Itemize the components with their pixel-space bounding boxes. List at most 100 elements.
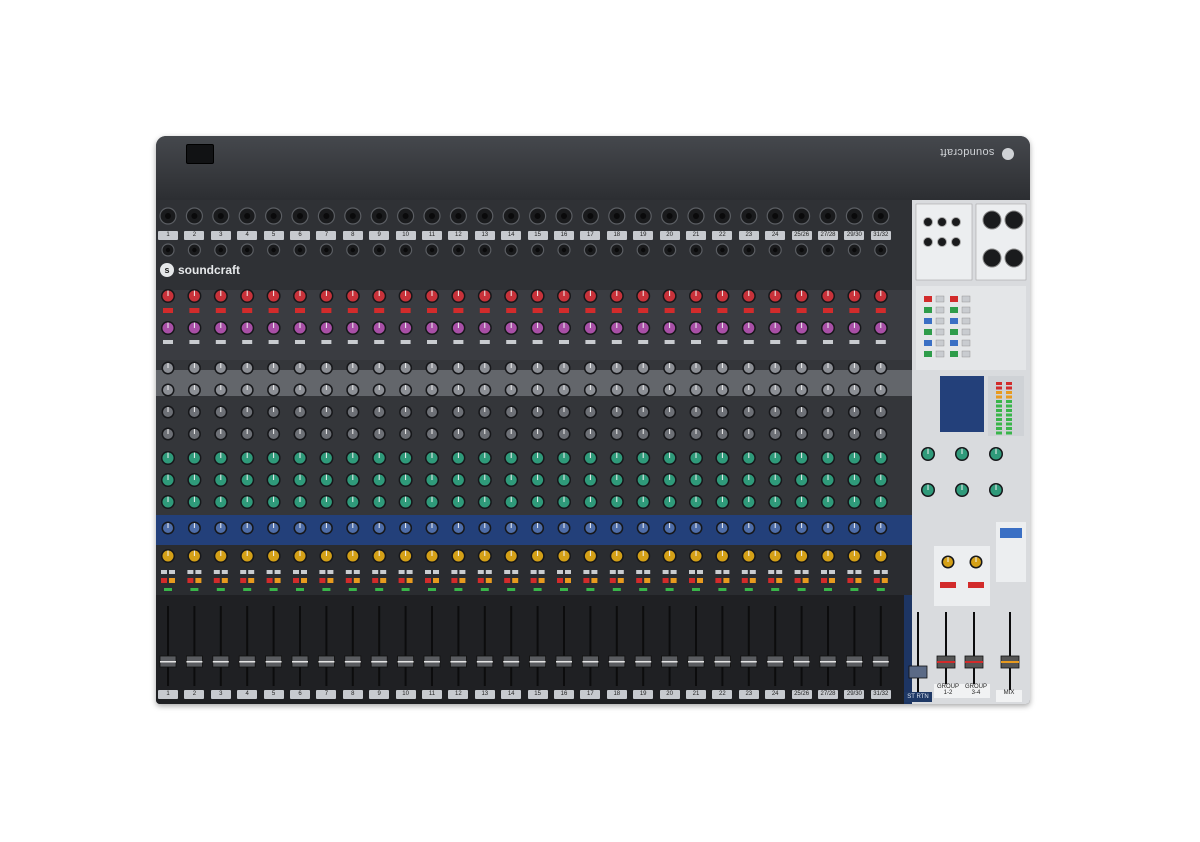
aux-send-knob[interactable]	[399, 405, 413, 419]
phantom-button[interactable]	[875, 308, 886, 313]
solo-button[interactable]	[829, 578, 835, 583]
eq-knob[interactable]	[821, 473, 835, 487]
aux-send-knob[interactable]	[663, 427, 677, 441]
aux-send-knob[interactable]	[504, 383, 518, 397]
aux-knob[interactable]	[715, 321, 730, 335]
aux-send-knob[interactable]	[610, 361, 624, 375]
aux-send-knob[interactable]	[240, 405, 254, 419]
eq-knob[interactable]	[662, 451, 677, 465]
hpf-button[interactable]	[823, 340, 833, 344]
hpf-button[interactable]	[849, 340, 860, 344]
phantom-button[interactable]	[638, 308, 649, 313]
mute-button[interactable]	[266, 578, 273, 583]
pan-knob[interactable]	[187, 549, 202, 563]
eq-knob[interactable]	[345, 495, 360, 509]
aux-send-knob[interactable]	[557, 427, 571, 441]
mute-button[interactable]	[187, 578, 194, 583]
aux-send-knob[interactable]	[478, 405, 492, 419]
aux-send-knob[interactable]	[768, 361, 782, 375]
aux-knob[interactable]	[425, 321, 439, 335]
group-assign-button[interactable]	[433, 570, 439, 574]
master-knob[interactable]	[955, 447, 969, 461]
mute-button[interactable]	[451, 578, 458, 583]
pan-knob[interactable]	[425, 549, 439, 563]
aux-send-knob[interactable]	[346, 405, 360, 419]
mix-assign-button[interactable]	[609, 570, 616, 574]
solo-button[interactable]	[221, 578, 228, 583]
aux-send-knob[interactable]	[267, 427, 281, 441]
aux-send-knob[interactable]	[187, 383, 201, 397]
aux-send-knob[interactable]	[346, 427, 360, 441]
aux-send-knob[interactable]	[795, 361, 809, 375]
master-button[interactable]	[935, 306, 945, 314]
aux-send-knob[interactable]	[399, 361, 413, 375]
aux-send-knob[interactable]	[847, 427, 861, 441]
mute-button[interactable]	[425, 578, 431, 583]
gain-knob[interactable]	[636, 289, 651, 303]
aux-send-knob[interactable]	[504, 361, 518, 375]
eq-knob[interactable]	[398, 495, 413, 509]
solo-button[interactable]	[697, 578, 703, 583]
pan-knob[interactable]	[477, 549, 492, 563]
aux-send-knob[interactable]	[372, 383, 386, 397]
aux-knob[interactable]	[583, 321, 598, 335]
mix-assign-button[interactable]	[345, 570, 352, 574]
mute-button[interactable]	[530, 578, 537, 583]
mix-assign-button[interactable]	[504, 570, 511, 574]
eq-knob[interactable]	[741, 473, 756, 487]
aux-send-knob[interactable]	[795, 405, 809, 419]
pan-knob[interactable]	[451, 549, 466, 563]
gain-knob[interactable]	[451, 289, 466, 303]
eq-knob[interactable]	[213, 495, 228, 509]
solo-button[interactable]	[301, 578, 307, 583]
aux-send-knob[interactable]	[663, 405, 677, 419]
master-button[interactable]	[950, 307, 958, 313]
aux-send-knob[interactable]	[847, 361, 861, 375]
xlr-output-jack[interactable]	[982, 248, 1002, 268]
fx-send-knob[interactable]	[663, 521, 677, 535]
eq-knob[interactable]	[477, 473, 492, 487]
eq-knob[interactable]	[689, 495, 703, 509]
fx-send-knob[interactable]	[874, 521, 888, 535]
master-button[interactable]	[924, 307, 932, 313]
eq-knob[interactable]	[821, 495, 835, 509]
fx-send-knob[interactable]	[504, 521, 518, 535]
aux-knob[interactable]	[662, 321, 677, 335]
hpf-button[interactable]	[295, 340, 305, 344]
aux-send-knob[interactable]	[689, 383, 703, 397]
mute-button[interactable]	[161, 578, 167, 583]
aux-send-knob[interactable]	[531, 383, 545, 397]
eq-knob[interactable]	[847, 451, 862, 465]
group-assign-button[interactable]	[221, 570, 228, 574]
solo-button[interactable]	[274, 578, 281, 583]
eq-knob[interactable]	[372, 495, 387, 509]
mute-button[interactable]	[372, 578, 379, 583]
pan-knob[interactable]	[398, 549, 413, 563]
pan-knob[interactable]	[530, 549, 545, 563]
master-button[interactable]	[935, 350, 945, 358]
aux-send-knob[interactable]	[689, 427, 703, 441]
eq-knob[interactable]	[609, 451, 624, 465]
aux-knob[interactable]	[873, 321, 888, 335]
aux-send-knob[interactable]	[610, 383, 624, 397]
trs-jack[interactable]	[923, 237, 933, 247]
hpf-button[interactable]	[400, 340, 411, 344]
aux-knob[interactable]	[530, 321, 545, 335]
hpf-button[interactable]	[268, 340, 279, 344]
aux-send-knob[interactable]	[583, 383, 597, 397]
phantom-button[interactable]	[743, 308, 754, 313]
hpf-button[interactable]	[321, 340, 332, 344]
group-mute-button[interactable]	[940, 582, 956, 588]
group-assign-button[interactable]	[670, 570, 677, 574]
mix-assign-button[interactable]	[821, 570, 827, 574]
gain-knob[interactable]	[821, 289, 835, 303]
aux-knob[interactable]	[741, 321, 756, 335]
solo-button[interactable]	[459, 578, 466, 583]
aux-send-knob[interactable]	[847, 383, 861, 397]
pan-knob[interactable]	[213, 549, 228, 563]
gain-knob[interactable]	[689, 289, 703, 303]
eq-knob[interactable]	[345, 451, 360, 465]
master-button[interactable]	[935, 317, 945, 325]
mute-button[interactable]	[636, 578, 643, 583]
hpf-button[interactable]	[163, 340, 173, 344]
